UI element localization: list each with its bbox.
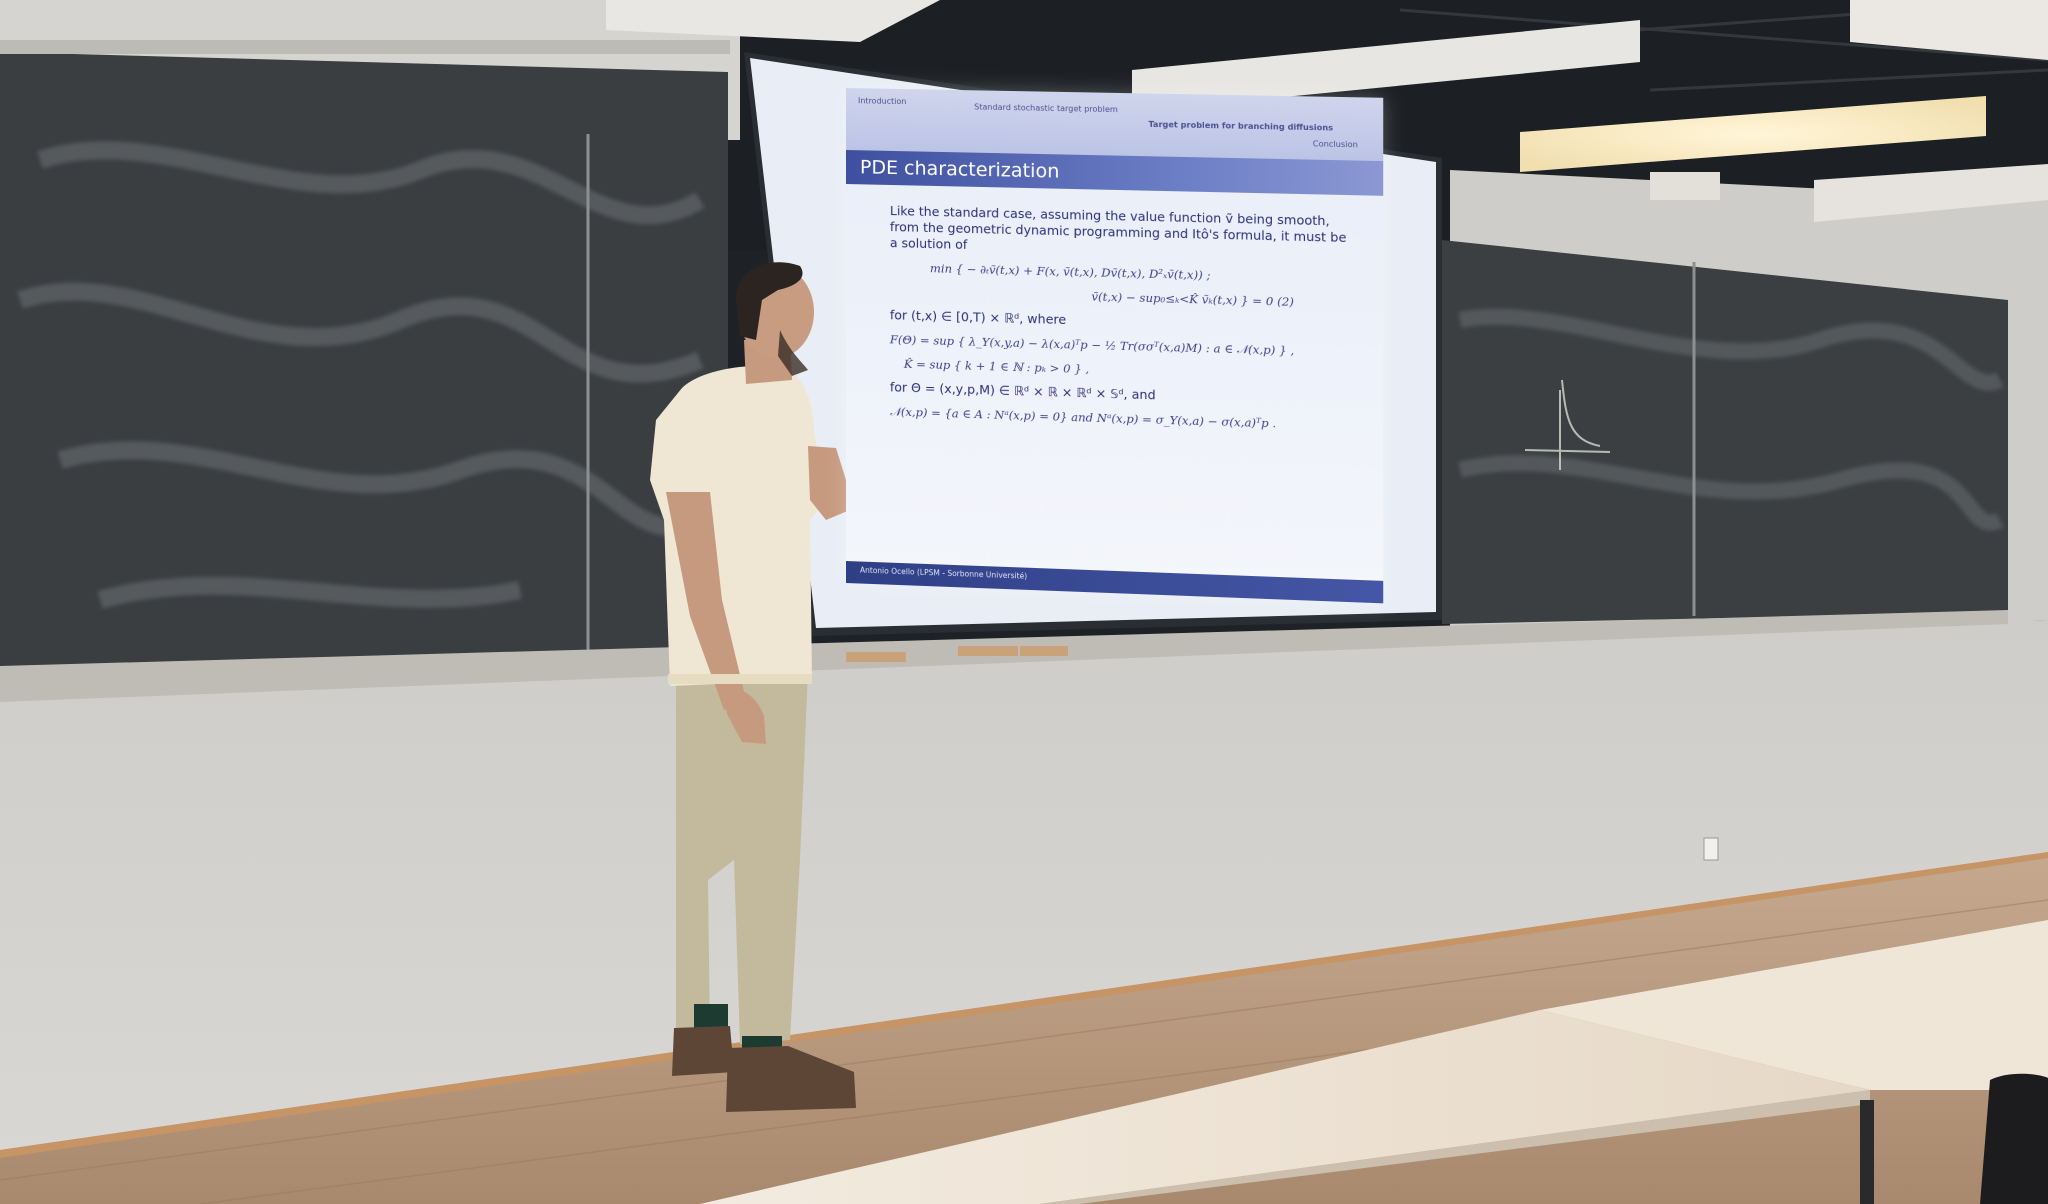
- slide-title: PDE characterization: [860, 156, 1059, 182]
- slide-body: Like the standard case, assuming the val…: [890, 203, 1358, 442]
- lecture-room-scene: Introduction Standard stochastic target …: [0, 0, 2048, 1204]
- equation-K: K̂ = sup { k + 1 ∈ ℕ : pₖ > 0 } ,: [904, 356, 1358, 385]
- projected-slide: Introduction Standard stochastic target …: [846, 88, 1383, 603]
- slide-footer-author: Antonio Ocello (LPSM - Sorbonne Universi…: [860, 566, 1027, 581]
- equation-N: 𝒩(x,p) = {a ∈ A : Nᵃ(x,p) = 0} and Nᵃ(x,…: [890, 403, 1358, 434]
- equation-second-line: ṽ(t,x) − sup₀≤ₖ<K̂ ṽₖ(t,x) } = 0 (2): [1091, 288, 1358, 311]
- nav-section-introduction: Introduction: [858, 96, 906, 106]
- nav-section-standard: Standard stochastic target problem: [974, 102, 1118, 114]
- equation-min: min { − ∂ₜṽ(t,x) + F(x, ṽ(t,x), Dṽ(t,x),…: [930, 260, 1358, 287]
- nav-section-conclusion: Conclusion: [1313, 139, 1358, 149]
- slide-for-text: for (t,x) ∈ [0,T) × ℝᵈ, where: [890, 307, 1358, 336]
- slide-navigation-bar: Introduction Standard stochastic target …: [846, 88, 1383, 161]
- slide-intro-text: Like the standard case, assuming the val…: [890, 203, 1358, 263]
- equation-F: F(Θ) = sup { λ_Y(x,y,a) − λ(x,a)ᵀp − ½ T…: [890, 331, 1358, 360]
- nav-section-branching: Target problem for branching diffusions: [1148, 120, 1333, 133]
